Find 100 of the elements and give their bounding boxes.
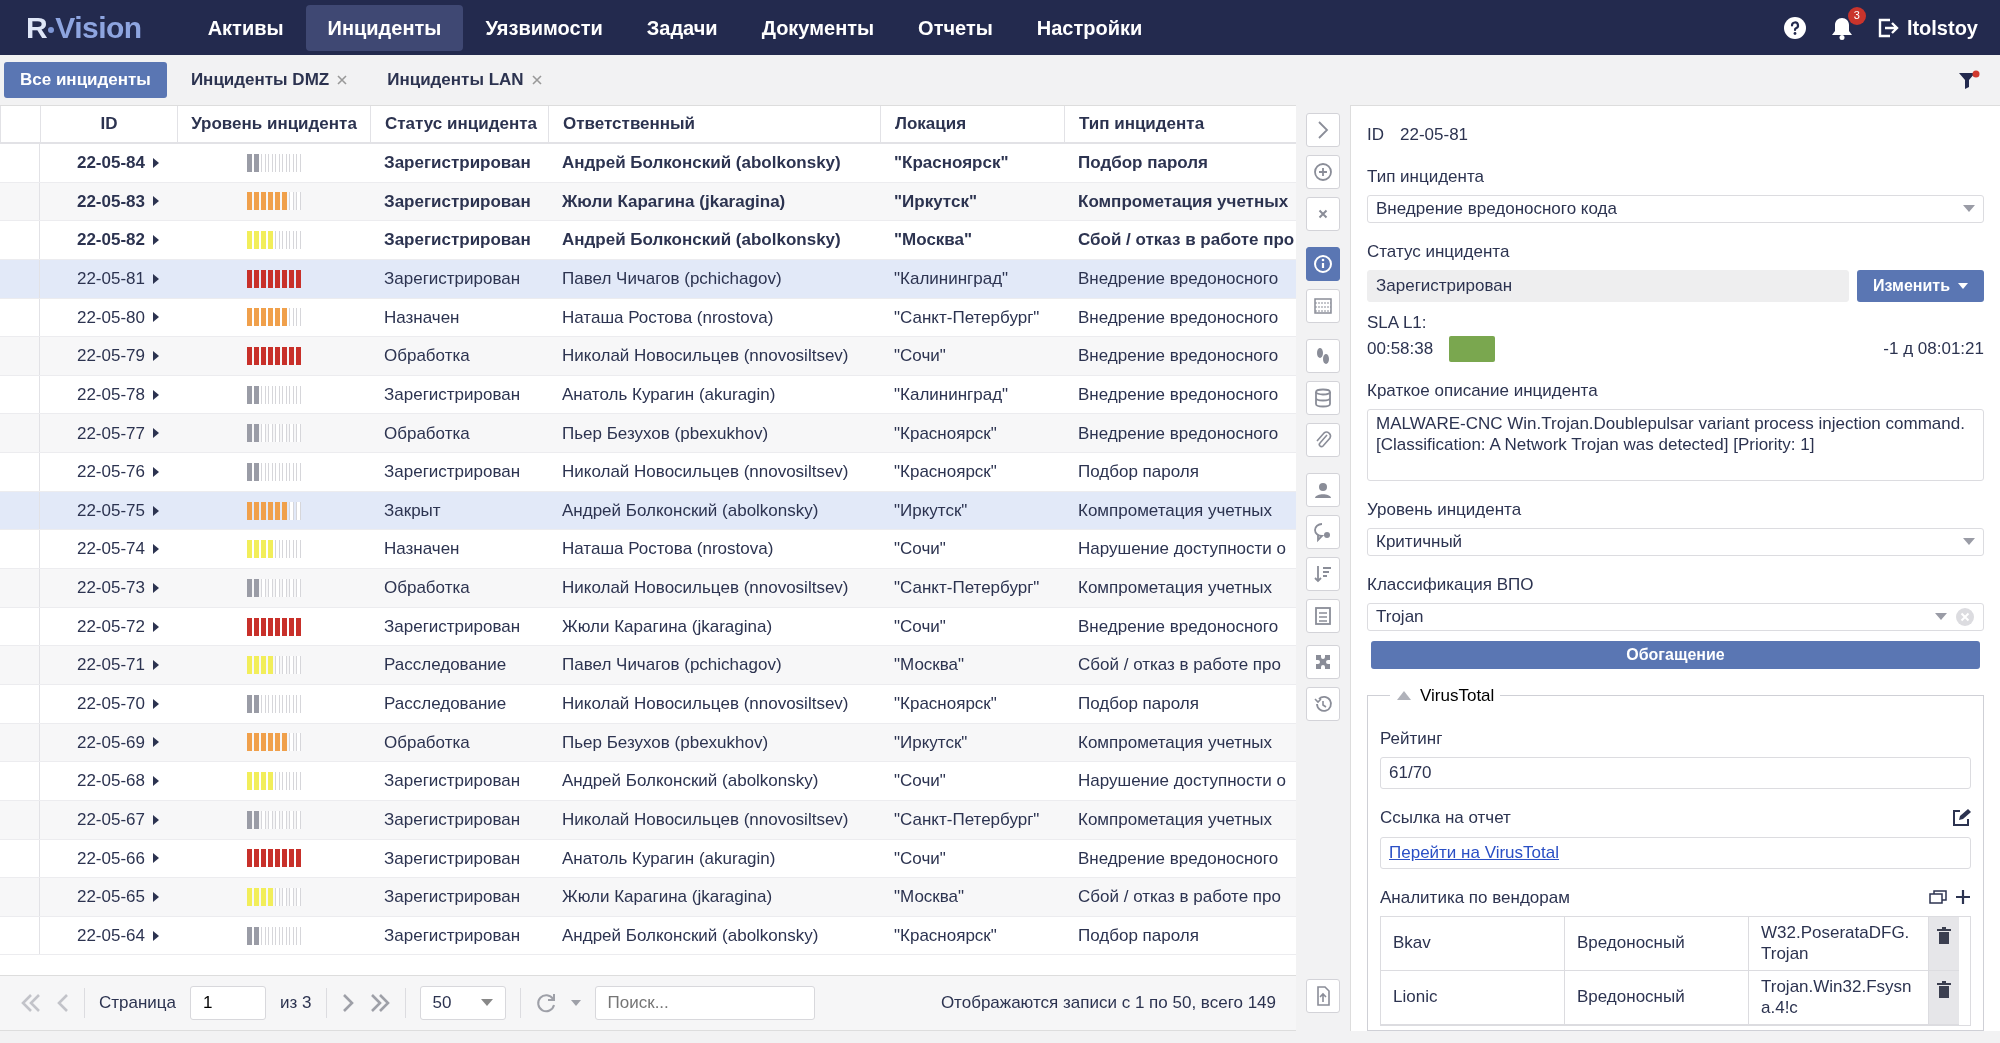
sort-button[interactable]	[1306, 557, 1340, 591]
table-row[interactable]: 22-05-84 Зарегистрирован Андрей Болконский (abolkonsky) "Красноярск" Подбор пароля	[0, 144, 1296, 183]
expand-caret-icon[interactable]	[153, 312, 159, 323]
table-cell-text: Андрей Болконский (abolkonsky)	[562, 770, 819, 793]
trash-icon[interactable]	[1937, 981, 1951, 1000]
bell-icon[interactable]	[1830, 15, 1853, 40]
close-button[interactable]	[1306, 197, 1340, 231]
table-row[interactable]: 22-05-73 Обработка Николай Новосильцев (nnovosiltsev) "Санкт-Петербург" Компрометация учетных	[0, 569, 1296, 608]
enrich-button[interactable]: Обогащение	[1371, 641, 1980, 669]
id-cell-text: 22-05-76	[76, 461, 145, 484]
column-header[interactable]: Уровень инцидента	[177, 106, 370, 142]
table-row[interactable]: 22-05-71 Расследование Павел Чичагов (pchichagov) "Москва" Сбой / отказ в работе про	[0, 646, 1296, 685]
filter-tab[interactable]: Все инциденты	[4, 62, 167, 98]
history-button[interactable]	[1306, 687, 1340, 721]
copy-icon[interactable]	[1929, 889, 1947, 906]
table-row[interactable]: 22-05-82 Зарегистрирован Андрей Болконский (abolkonsky) "Москва" Сбой / отказ в работе про	[0, 221, 1296, 260]
add-icon[interactable]	[1955, 889, 1971, 906]
comment-search-button[interactable]	[1306, 515, 1340, 549]
nav-tab[interactable]: Отчеты	[896, 4, 1015, 51]
table-row[interactable]: 22-05-67 Зарегистрирован Николай Новосильцев (nnovosiltsev) "Санкт-Петербург" Компрометация учетных	[0, 800, 1296, 840]
expand-caret-icon[interactable]	[153, 505, 159, 516]
filter-icon[interactable]	[1958, 70, 1980, 90]
collapse-button[interactable]	[1306, 113, 1340, 147]
add-button[interactable]	[1306, 155, 1340, 189]
expand-caret-icon[interactable]	[153, 737, 159, 748]
list-button[interactable]	[1306, 599, 1340, 633]
filter-tab[interactable]: Инциденты LAN	[371, 62, 558, 98]
column-header[interactable]: Статус инцидента	[370, 106, 548, 142]
nav-tab[interactable]: Активы	[185, 4, 306, 51]
malware-class-select[interactable]: Trojan	[1367, 603, 1984, 632]
nav-tab[interactable]: Инциденты	[305, 4, 464, 51]
expand-caret-icon[interactable]	[153, 235, 159, 246]
table-row[interactable]: 22-05-64 Зарегистрирован Андрей Болконский (abolkonsky) "Красноярск" Подбор пароля	[0, 916, 1296, 956]
change-button[interactable]: Изменить	[1857, 270, 1984, 303]
table-cell-text: "Калининград"	[894, 268, 1009, 290]
edit-icon[interactable]	[1951, 807, 1971, 828]
expand-caret-icon[interactable]	[153, 582, 159, 593]
table-cell-text: "Сочи"	[894, 345, 946, 368]
search-field[interactable]: Поиск...	[594, 986, 815, 1020]
table-row[interactable]: 22-05-69 Обработка Пьер Безухов (pbexukhov) "Иркутск" Компрометация учетных	[0, 723, 1296, 763]
field-label: Рейтинг	[1380, 727, 1444, 750]
info-button[interactable]	[1306, 247, 1340, 281]
description-field[interactable]: MALWARE-CNC Win.Trojan.Doublepulsar variant process injection command. [Classification: A Network Trojan was detected] [Priority: 1]	[1367, 409, 1984, 481]
page-count: из 3	[280, 992, 312, 1015]
table-row[interactable]: 22-05-83 Зарегистрирован Жюли Карагина (jkaragina) "Иркутск" Компрометация учетных	[0, 182, 1296, 222]
table-row[interactable]: 22-05-79 Обработка Николай Новосильцев (nnovosiltsev) "Сочи" Внедрение вредоносного	[0, 337, 1296, 376]
nav-tab[interactable]: Уязвимости	[463, 4, 625, 51]
nav-tab[interactable]: Настройки	[1014, 4, 1165, 51]
expand-caret-icon[interactable]	[153, 930, 159, 941]
table-cell-text: Андрей Болконский (abolkonsky)	[562, 229, 841, 252]
table-row[interactable]: 22-05-81 Зарегистрирован Павел Чичагов (pchichagov) "Калининград" Внедрение вредоносного	[0, 259, 1296, 299]
paperclip-button[interactable]	[1306, 423, 1340, 457]
puzzle-button[interactable]	[1306, 645, 1340, 679]
table-row[interactable]: 22-05-70 Расследование Николай Новосильцев (nnovosiltsev) "Красноярск" Подбор пароля	[0, 684, 1296, 724]
trash-icon[interactable]	[1937, 927, 1951, 946]
expand-caret-icon[interactable]	[153, 196, 159, 207]
expand-caret-icon[interactable]	[153, 428, 159, 439]
incident-type-select[interactable]: Внедрение вредоносного кода	[1367, 195, 1984, 223]
table-cell-text: "Иркутск"	[894, 190, 977, 213]
nav-tab[interactable]: Документы	[739, 4, 897, 51]
expand-caret-icon[interactable]	[153, 157, 159, 168]
expand-caret-icon[interactable]	[153, 544, 159, 555]
table-cell-text: Обработка	[384, 422, 470, 445]
user-menu[interactable]: ltolstoy	[1876, 12, 1978, 43]
incident-level-select[interactable]: Критичный	[1367, 528, 1984, 556]
column-header[interactable]: Локация	[880, 106, 1064, 142]
virustotal-toggle[interactable]: VirusTotal	[1396, 686, 1495, 704]
page-size-select[interactable]: 50	[419, 986, 506, 1020]
expand-caret-icon[interactable]	[153, 660, 159, 671]
table-cell-text: Андрей Болконский (abolkonsky)	[562, 152, 841, 175]
expand-caret-icon[interactable]	[153, 892, 159, 902]
expand-caret-icon[interactable]	[153, 853, 159, 864]
expand-caret-icon[interactable]	[153, 776, 159, 787]
table-cell-text: Внедрение вредоносного	[1078, 615, 1279, 638]
table-row[interactable]: 22-05-68 Зарегистрирован Андрей Болконский (abolkonsky) "Сочи" Нарушение доступности о	[0, 762, 1296, 801]
help-icon[interactable]	[1782, 15, 1807, 40]
expand-caret-icon[interactable]	[153, 698, 159, 709]
table-row[interactable]: 22-05-65 Зарегистрирован Жюли Карагина (jkaragina) "Москва" Сбой / отказ в работе про	[0, 878, 1296, 917]
expand-caret-icon[interactable]	[153, 466, 159, 477]
expand-caret-icon[interactable]	[153, 621, 159, 632]
column-header[interactable]: Ответственный	[548, 106, 880, 142]
sla-indicator	[1449, 335, 1496, 362]
footprints-button[interactable]	[1306, 339, 1340, 373]
page-input[interactable]: 1	[190, 986, 267, 1020]
table-cell-text: "Санкт-Петербург"	[894, 306, 1040, 329]
table-row[interactable]: 22-05-77 Обработка Пьер Безухов (pbexukhov) "Красноярск" Внедрение вредоносного	[0, 414, 1296, 454]
column-header[interactable]: ID	[40, 106, 177, 142]
id-cell-text: 22-05-65	[76, 886, 145, 909]
column-header[interactable]: Тип инцидента	[1064, 106, 1296, 142]
expand-caret-icon[interactable]	[153, 351, 159, 361]
expand-caret-icon[interactable]	[153, 389, 159, 400]
table-row[interactable]: 22-05-76 Зарегистрирован Николай Новосильцев (nnovosiltsev) "Красноярск" Подбор пароля	[0, 453, 1296, 492]
expand-caret-icon[interactable]	[153, 273, 159, 284]
database-button[interactable]	[1306, 381, 1340, 415]
filter-tab[interactable]: Инциденты DMZ	[174, 62, 364, 98]
nav-tab[interactable]: Задачи	[624, 4, 740, 51]
logo-dot-icon	[48, 26, 55, 33]
expand-caret-icon[interactable]	[153, 814, 159, 825]
table-row[interactable]: 22-05-75 Закрыт Андрей Болконский (abolkonsky) "Иркутск" Компрометация учетных	[0, 491, 1296, 531]
user-button[interactable]	[1306, 473, 1340, 507]
